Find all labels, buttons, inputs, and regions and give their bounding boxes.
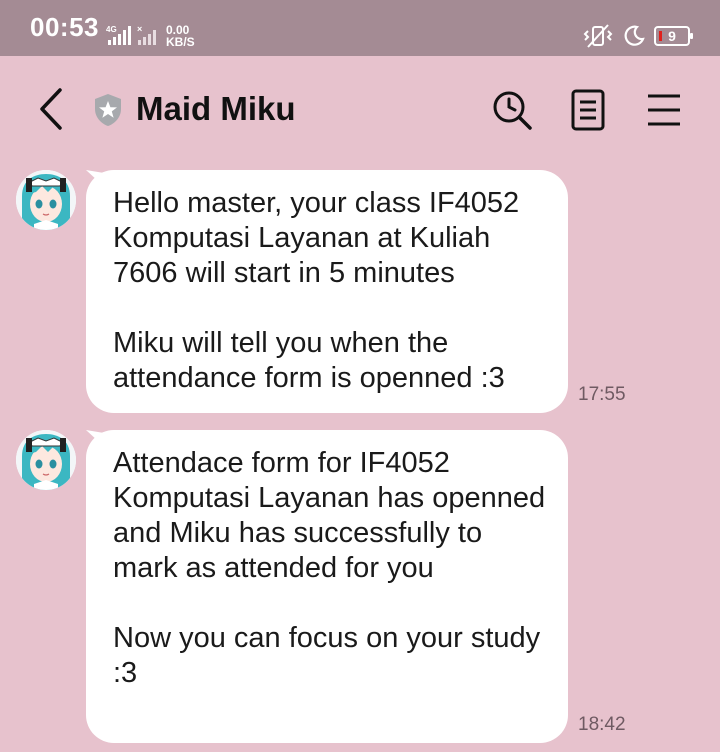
status-bar: 00:53 4G × 0.00 KB/S 9	[0, 0, 720, 56]
shield-star-icon	[95, 94, 121, 126]
network-type: 4G	[106, 25, 117, 34]
network-speed: 0.00 KB/S	[166, 24, 195, 48]
status-right: 9	[582, 23, 693, 49]
speed-unit: KB/S	[166, 35, 195, 49]
search-icon[interactable]	[490, 88, 534, 132]
chat-title: Maid Miku	[136, 90, 296, 127]
miku-avatar-icon	[16, 170, 76, 230]
avatar[interactable]	[16, 430, 76, 490]
vibrate-mute-icon	[583, 24, 613, 48]
message-time: 18:42	[578, 714, 626, 735]
battery-icon: 9	[654, 26, 693, 46]
avatar[interactable]	[16, 170, 76, 230]
back-arrow-icon[interactable]	[36, 86, 68, 132]
miku-avatar-icon	[16, 430, 76, 490]
message-bubble[interactable]: Hello master, your class IF4052 Komputas…	[86, 170, 568, 413]
moon-icon	[624, 25, 645, 46]
menu-icon[interactable]	[642, 88, 686, 132]
notes-icon[interactable]	[566, 88, 610, 132]
message-time: 17:55	[578, 384, 626, 405]
message-bubble[interactable]: Attendace form for IF4052 Komputasi Laya…	[86, 430, 568, 743]
signal-icon: 4G ×	[106, 24, 156, 45]
battery-level: 9	[668, 28, 676, 44]
status-time: 00:53	[30, 12, 99, 42]
chat-header: Maid Miku	[0, 56, 720, 164]
svg-text:×: ×	[137, 24, 142, 34]
